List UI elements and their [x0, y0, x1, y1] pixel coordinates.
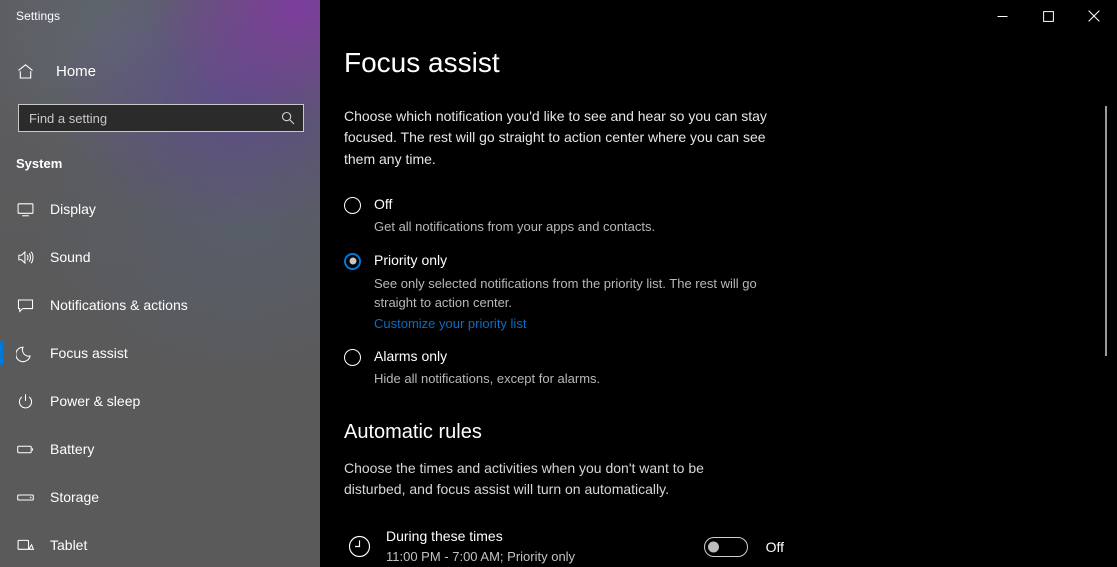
- storage-icon: [16, 488, 44, 507]
- clock-icon: [344, 534, 374, 559]
- sidebar-item-battery-label: Battery: [50, 441, 95, 457]
- sidebar-item-home[interactable]: Home: [0, 52, 320, 90]
- radio-option-off[interactable]: Off Get all notifications from your apps…: [344, 195, 1117, 237]
- radio-option-off-description: Get all notifications from your apps and…: [374, 219, 656, 235]
- sidebar-section-label: System: [16, 156, 63, 171]
- radio-option-off-label: Off: [374, 195, 393, 212]
- focus-level-radio-group: Off Get all notifications from your apps…: [344, 195, 1117, 389]
- maximize-button[interactable]: [1025, 0, 1071, 32]
- notification-icon: [16, 296, 44, 315]
- radio-option-alarms-only[interactable]: Alarms only Hide all notifications, exce…: [344, 347, 1117, 389]
- close-button[interactable]: [1071, 0, 1117, 32]
- sidebar-item-tablet[interactable]: Tablet: [0, 521, 320, 567]
- sidebar-item-power-sleep[interactable]: Power & sleep: [0, 377, 320, 425]
- sidebar-item-home-label: Home: [56, 62, 97, 80]
- tablet-icon: [16, 536, 44, 555]
- monitor-icon: [16, 200, 44, 219]
- page-title: Focus assist: [344, 47, 500, 78]
- sidebar-item-display-label: Display: [50, 201, 96, 217]
- power-icon: [16, 392, 44, 411]
- sidebar-item-focus-assist-label: Focus assist: [50, 345, 128, 361]
- toggle-knob: [707, 541, 719, 553]
- app-title: Settings: [16, 9, 61, 23]
- during-these-times-toggle[interactable]: [703, 536, 748, 557]
- search-input[interactable]: [19, 105, 303, 131]
- radio-option-alarms-only-description: Hide all notifications, except for alarm…: [374, 371, 601, 387]
- sidebar-nav-list: Display Sound Notifications & actions Fo…: [0, 185, 320, 567]
- sidebar-item-sound[interactable]: Sound: [0, 233, 320, 281]
- radio-option-alarms-only-label: Alarms only: [374, 347, 448, 364]
- toggle-state-label: Off: [765, 538, 784, 555]
- settings-window: Settings Home Find a setting System Disp…: [0, 0, 1117, 567]
- radio-button-off[interactable]: [344, 196, 361, 214]
- search-box[interactable]: [18, 104, 304, 132]
- automatic-rules-description: Choose the times and activities when you…: [344, 459, 704, 498]
- radio-option-priority-only-label: Priority only: [374, 251, 448, 268]
- sidebar-item-battery[interactable]: Battery: [0, 425, 320, 473]
- customize-priority-list-link[interactable]: Customize your priority list: [374, 316, 526, 331]
- radio-option-priority-only[interactable]: Priority only See only selected notifica…: [344, 251, 1117, 333]
- rule-toggle-group: Off: [703, 536, 784, 557]
- sidebar-item-power-sleep-label: Power & sleep: [50, 393, 141, 409]
- rule-text-block: During these times 11:00 PM - 7:00 AM; P…: [386, 527, 704, 566]
- sidebar-item-storage[interactable]: Storage: [0, 473, 320, 521]
- radio-button-alarms-only[interactable]: [344, 348, 361, 366]
- settings-content: Focus assist Choose which notification y…: [320, 0, 1117, 566]
- rule-title: During these times: [386, 528, 503, 545]
- speaker-icon: [16, 248, 44, 267]
- search-container: [0, 90, 320, 132]
- home-icon: [16, 62, 48, 81]
- page-description: Choose which notification you'd like to …: [344, 107, 767, 168]
- sidebar-item-sound-label: Sound: [50, 249, 91, 265]
- main-content-area: Focus assist Choose which notification y…: [320, 0, 1117, 567]
- window-controls: [979, 0, 1117, 32]
- sidebar-item-tablet-label: Tablet: [50, 537, 88, 553]
- vertical-scrollbar[interactable]: [1101, 32, 1111, 567]
- search-icon[interactable]: [281, 111, 295, 125]
- battery-icon: [16, 440, 44, 459]
- radio-option-priority-only-description: See only selected notifications from the…: [374, 275, 757, 311]
- sidebar-item-display[interactable]: Display: [0, 185, 320, 233]
- moon-icon: [16, 344, 44, 363]
- sidebar: Settings Home Find a setting System Disp…: [0, 0, 320, 567]
- sidebar-item-notifications-actions-label: Notifications & actions: [50, 297, 188, 313]
- titlebar-left: Settings: [0, 0, 320, 32]
- sidebar-item-focus-assist[interactable]: Focus assist: [0, 329, 320, 377]
- rule-during-these-times[interactable]: During these times 11:00 PM - 7:00 AM; P…: [344, 527, 784, 566]
- minimize-button[interactable]: [979, 0, 1025, 32]
- rule-schedule-meta: 11:00 PM - 7:00 AM; Priority only: [386, 548, 576, 564]
- sidebar-item-storage-label: Storage: [50, 489, 100, 505]
- scrollbar-thumb[interactable]: [1105, 106, 1107, 356]
- radio-button-priority-only[interactable]: [344, 252, 361, 270]
- sidebar-item-notifications-actions[interactable]: Notifications & actions: [0, 281, 320, 329]
- automatic-rules-heading: Automatic rules: [344, 420, 482, 443]
